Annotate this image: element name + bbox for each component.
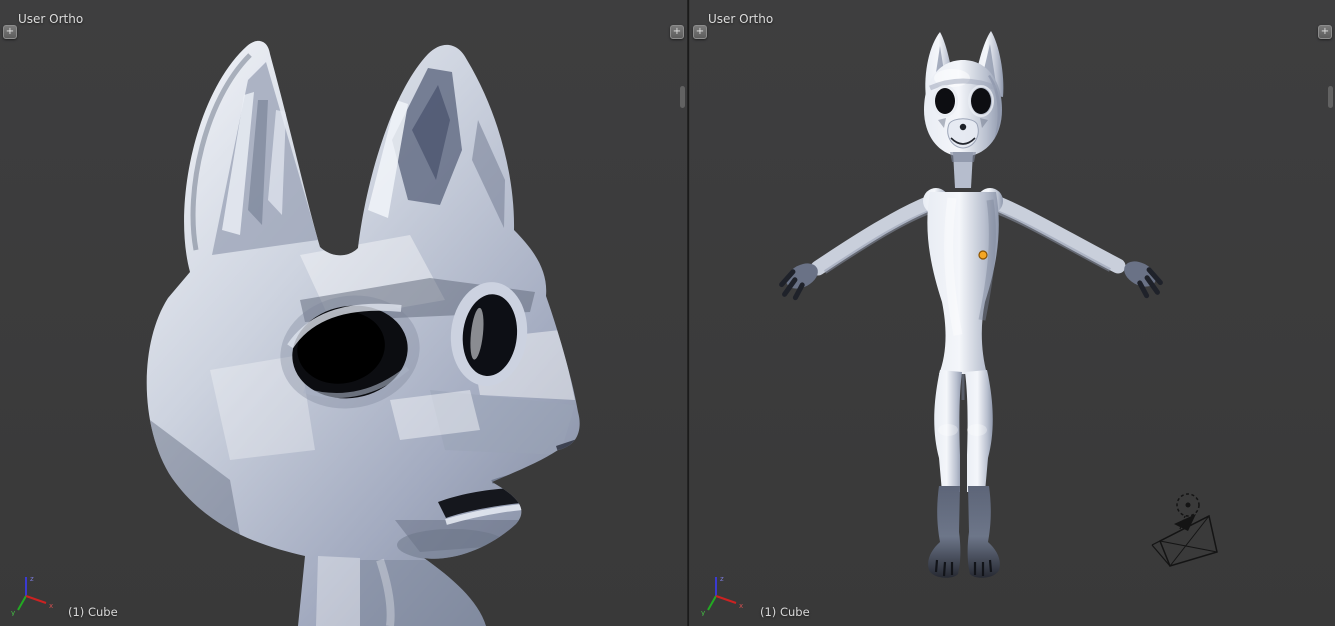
blender-window: User Ortho + + z y x (1) Cube User Ortho…	[0, 0, 1335, 626]
viewport-status: (1) Cube	[68, 605, 118, 619]
region-plus-button[interactable]: +	[1318, 25, 1332, 39]
viewport-title: User Ortho	[18, 12, 84, 26]
axis-label-z: z	[30, 575, 34, 583]
axis-label-x: x	[739, 602, 743, 610]
origin-dot[interactable]	[978, 250, 988, 260]
region-plus-button[interactable]: +	[693, 25, 707, 39]
axis-label-y: y	[701, 609, 705, 616]
viewport-left: User Ortho + + z y x (1) Cube	[0, 0, 687, 626]
axis-gizmo-icon: z y x	[11, 575, 53, 616]
viewport-3d-scene[interactable]	[0, 0, 687, 626]
viewport-scrollbar[interactable]	[680, 86, 685, 108]
character-head-model[interactable]	[146, 40, 580, 626]
camera-wireframe-icon[interactable]	[1151, 514, 1218, 567]
viewport-status: (1) Cube	[760, 605, 810, 619]
axis-label-x: x	[49, 602, 53, 610]
axis-gizmo-icon: z y x	[701, 575, 743, 616]
axis-label-y: y	[11, 609, 15, 616]
viewport-right: User Ortho + + z y x (1) Cube	[690, 0, 1335, 626]
region-plus-button[interactable]: +	[3, 25, 17, 39]
character-body-model[interactable]	[776, 31, 1167, 578]
viewport-title: User Ortho	[708, 12, 774, 26]
viewport-scrollbar[interactable]	[1328, 86, 1333, 108]
axis-label-z: z	[720, 575, 724, 583]
region-plus-button[interactable]: +	[670, 25, 684, 39]
viewport-3d-scene[interactable]	[690, 0, 1335, 626]
